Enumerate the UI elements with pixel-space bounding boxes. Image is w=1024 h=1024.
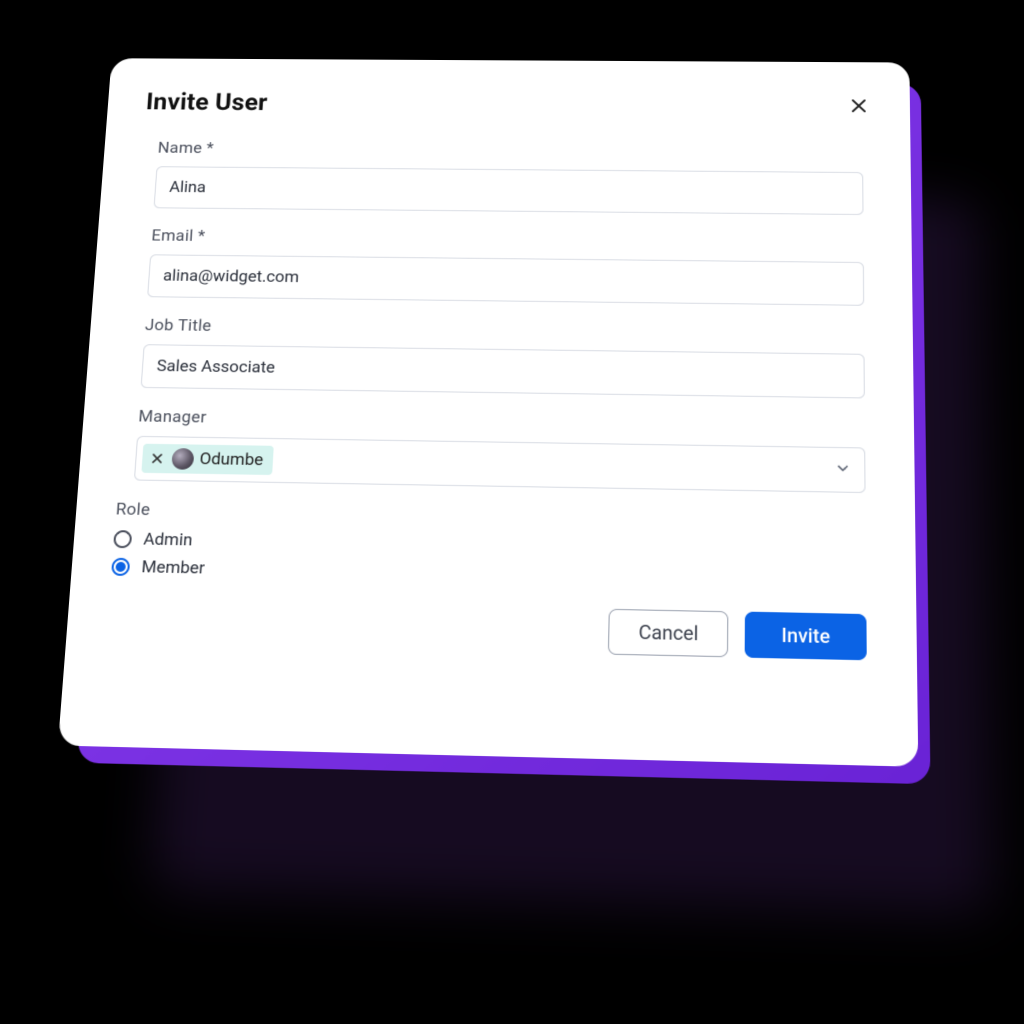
invite-form: Name * Email * Job Title Manager: [106, 139, 875, 661]
manager-field-group: Manager Odumbe: [134, 407, 866, 493]
manager-avatar: [171, 448, 194, 470]
role-option-member-label: Member: [141, 557, 205, 578]
dialog-actions: Cancel Invite: [122, 599, 867, 660]
invite-button[interactable]: Invite: [745, 612, 867, 661]
role-option-admin-label: Admin: [143, 530, 193, 551]
email-input[interactable]: [147, 254, 864, 305]
job-title-field-group: Job Title: [141, 316, 865, 399]
close-icon[interactable]: [847, 94, 871, 120]
role-option-member[interactable]: Member: [111, 557, 866, 592]
radio-member: [111, 558, 130, 576]
dialog-title: Invite User: [145, 89, 268, 117]
job-title-label: Job Title: [144, 316, 864, 344]
email-field-group: Email *: [147, 227, 864, 306]
name-label: Name *: [157, 139, 863, 163]
manager-chip: Odumbe: [141, 444, 274, 475]
manager-select[interactable]: Odumbe: [134, 436, 866, 493]
invite-user-dialog: Invite User Name * Email * Job Title: [58, 58, 919, 767]
role-label: Role: [115, 500, 866, 533]
chip-remove-icon[interactable]: [148, 450, 167, 468]
name-input[interactable]: [154, 166, 864, 215]
job-title-input[interactable]: [141, 344, 865, 398]
name-field-group: Name *: [154, 139, 864, 215]
cancel-button[interactable]: Cancel: [608, 609, 728, 657]
email-label: Email *: [151, 227, 864, 253]
radio-admin: [113, 530, 132, 548]
chevron-down-icon: [836, 460, 850, 479]
role-field-group: Role Admin Member: [127, 500, 866, 592]
manager-label: Manager: [138, 407, 865, 438]
dialog-header: Invite User: [145, 89, 871, 121]
manager-chip-label: Odumbe: [199, 449, 264, 469]
